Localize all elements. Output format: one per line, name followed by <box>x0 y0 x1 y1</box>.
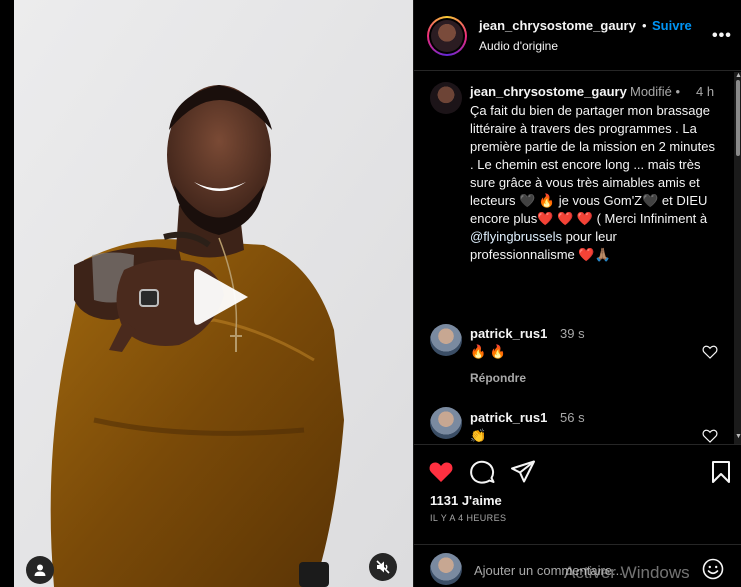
comment-username[interactable]: patrick_rus1 <box>470 326 547 341</box>
paper-plane-icon[interactable] <box>510 459 536 485</box>
caption-author-username[interactable]: jean_chrysostome_gaury <box>470 84 627 99</box>
heart-icon[interactable] <box>428 459 454 485</box>
comment-text: 👏 <box>470 428 487 443</box>
author-avatar-story-ring[interactable] <box>427 16 467 56</box>
user-tag-icon <box>34 564 46 576</box>
post-header: jean_chrysostome_gaury • Suivre Audio d'… <box>414 0 741 71</box>
play-icon <box>194 269 248 325</box>
left-margin <box>0 0 14 587</box>
post-video[interactable] <box>14 0 413 587</box>
tagged-users-button[interactable] <box>26 556 54 584</box>
mute-toggle-button[interactable] <box>369 553 397 581</box>
post-side-panel: jean_chrysostome_gaury • Suivre Audio d'… <box>413 0 741 587</box>
comments-scrollbar-thumb[interactable] <box>736 80 740 156</box>
comment-avatar[interactable] <box>430 324 462 356</box>
scroll-up-arrow-icon[interactable]: ▲ <box>735 72 741 79</box>
comments-list[interactable]: jean_chrysostome_gaury Modifié • 4 h Ça … <box>414 72 741 444</box>
current-user-avatar <box>430 553 462 585</box>
comment-timestamp[interactable]: 56 s <box>560 410 585 425</box>
mention-link[interactable]: @flyingbrussels <box>470 229 562 244</box>
play-button[interactable] <box>186 262 256 332</box>
edited-label: Modifié • <box>630 84 681 99</box>
comment-input[interactable] <box>474 561 694 579</box>
reply-button[interactable]: Répondre <box>470 371 526 385</box>
more-options-icon[interactable]: ••• <box>712 27 732 45</box>
comment-text: 🔥 🔥 <box>470 344 506 359</box>
separator-dot: • <box>642 18 647 33</box>
audio-link[interactable]: Audio d'origine <box>479 39 558 53</box>
caption-timestamp[interactable]: 4 h <box>696 84 714 99</box>
emoji-smile-icon[interactable] <box>702 558 724 580</box>
post-timestamp[interactable]: IL Y A 4 HEURES <box>430 513 506 523</box>
scroll-down-arrow-icon[interactable]: ▼ <box>735 433 741 440</box>
speaker-muted-icon <box>376 560 390 574</box>
add-comment-bar: Activer Windows <box>414 544 741 587</box>
comment-like-heart-icon[interactable] <box>702 344 718 360</box>
comment-username[interactable]: patrick_rus1 <box>470 410 547 425</box>
likes-count[interactable]: 1131 J'aime <box>430 493 502 508</box>
caption-text: Ça fait du bien de partager mon brassage… <box>470 103 715 262</box>
comment-avatar[interactable] <box>430 407 462 439</box>
bookmark-icon[interactable] <box>708 459 734 485</box>
caption-author-avatar[interactable] <box>430 82 462 114</box>
comment-bubble-icon[interactable] <box>469 459 495 485</box>
post-actions: 1131 J'aime IL Y A 4 HEURES <box>414 444 741 544</box>
author-username-link[interactable]: jean_chrysostome_gaury <box>479 18 636 33</box>
comment-like-heart-icon[interactable] <box>702 428 718 444</box>
follow-button[interactable]: Suivre <box>652 18 692 33</box>
author-avatar <box>431 20 463 52</box>
comment-timestamp[interactable]: 39 s <box>560 326 585 341</box>
